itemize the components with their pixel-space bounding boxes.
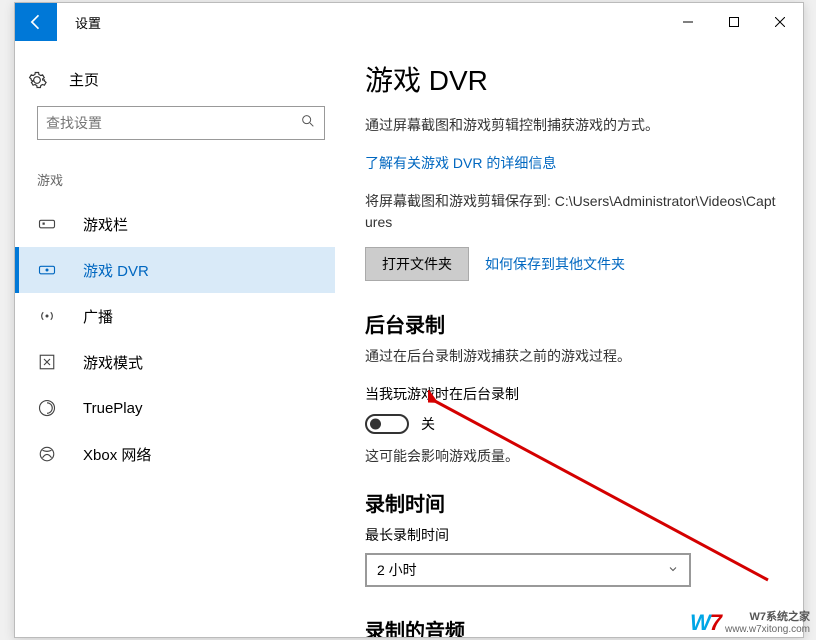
bg-record-toggle[interactable] xyxy=(365,414,409,434)
watermark: W7 W7系统之家 www.w7xitong.com xyxy=(690,610,810,636)
nav-label: 游戏栏 xyxy=(83,214,128,235)
nav-item-gamemode[interactable]: 游戏模式 xyxy=(15,339,335,385)
arrow-left-icon xyxy=(26,12,46,32)
gear-icon xyxy=(27,70,47,90)
window-controls xyxy=(665,3,803,41)
nav-item-gamedvr[interactable]: 游戏 DVR xyxy=(15,247,335,293)
titlebar: 设置 xyxy=(15,3,803,41)
home-button[interactable]: 主页 xyxy=(15,61,335,104)
nav-item-trueplay[interactable]: TruePlay xyxy=(15,385,335,431)
watermark-text: W7系统之家 www.w7xitong.com xyxy=(725,611,810,634)
xbox-icon xyxy=(37,445,57,463)
open-folder-button[interactable]: 打开文件夹 xyxy=(365,247,469,281)
toggle-label: 当我玩游戏时在后台录制 xyxy=(365,384,783,404)
nav-item-xbox[interactable]: Xbox 网络 xyxy=(15,431,335,477)
gamemode-icon xyxy=(37,353,57,371)
select-value: 2 小时 xyxy=(377,560,417,580)
quality-note: 这可能会影响游戏质量。 xyxy=(365,446,783,466)
other-folder-link[interactable]: 如何保存到其他文件夹 xyxy=(485,254,625,274)
home-label: 主页 xyxy=(69,69,99,90)
watermark-logo: W7 xyxy=(690,610,721,636)
duration-title: 录制时间 xyxy=(365,488,783,517)
broadcast-icon xyxy=(37,307,57,325)
gamebar-icon xyxy=(37,215,57,233)
chevron-down-icon xyxy=(667,562,679,578)
search-input[interactable] xyxy=(37,106,325,140)
minimize-button[interactable] xyxy=(665,3,711,41)
nav-label: 广播 xyxy=(83,306,113,327)
nav-item-gamebar[interactable]: 游戏栏 xyxy=(15,201,335,247)
duration-select[interactable]: 2 小时 xyxy=(365,553,691,587)
back-button[interactable] xyxy=(15,3,57,41)
page-heading: 游戏 DVR xyxy=(365,59,783,99)
search-field[interactable] xyxy=(46,115,300,131)
trueplay-icon xyxy=(37,399,57,417)
toggle-state: 关 xyxy=(421,414,435,434)
window-body: 主页 游戏 游戏栏 游戏 DVR 广播 xyxy=(15,41,803,637)
page-description: 通过屏幕截图和游戏剪辑控制捕获游戏的方式。 xyxy=(365,115,783,135)
maximize-button[interactable] xyxy=(711,3,757,41)
bg-record-desc: 通过在后台录制游戏捕获之前的游戏过程。 xyxy=(365,346,783,366)
dvr-icon xyxy=(37,261,57,279)
nav-label: TruePlay xyxy=(83,400,142,417)
nav-label: 游戏模式 xyxy=(83,352,143,373)
bg-record-title: 后台录制 xyxy=(365,309,783,338)
search-icon xyxy=(300,113,316,134)
sidebar: 主页 游戏 游戏栏 游戏 DVR 广播 xyxy=(15,41,335,637)
category-label: 游戏 xyxy=(15,168,335,201)
close-button[interactable] xyxy=(757,3,803,41)
main-content: 游戏 DVR 通过屏幕截图和游戏剪辑控制捕获游戏的方式。 了解有关游戏 DVR … xyxy=(335,41,803,637)
nav-label: Xbox 网络 xyxy=(83,444,151,465)
settings-window: 设置 主页 游戏 游戏栏 xyxy=(14,2,804,638)
save-path-text: 将屏幕截图和游戏剪辑保存到: C:\Users\Administrator\Vi… xyxy=(365,191,783,233)
learn-more-link[interactable]: 了解有关游戏 DVR 的详细信息 xyxy=(365,153,556,173)
nav-label: 游戏 DVR xyxy=(83,260,149,281)
duration-label: 最长录制时间 xyxy=(365,525,783,545)
nav-item-broadcast[interactable]: 广播 xyxy=(15,293,335,339)
window-title: 设置 xyxy=(57,3,665,41)
